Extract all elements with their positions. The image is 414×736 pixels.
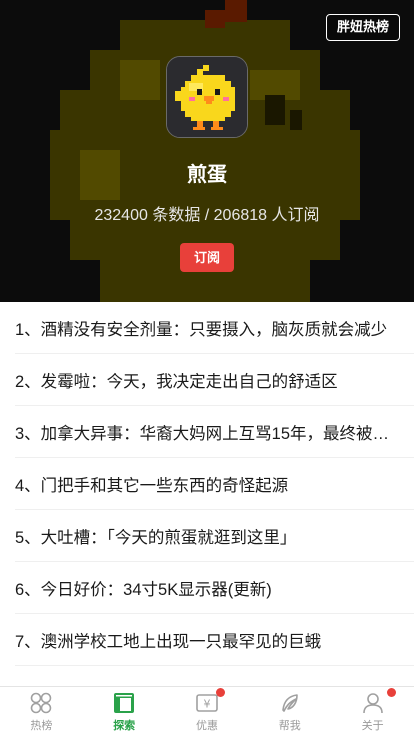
list-item[interactable]: 7、澳洲学校工地上出现一只最罕见的巨蛾 xyxy=(15,614,414,666)
tab-deals[interactable]: ¥ 优惠 xyxy=(166,687,249,736)
list-item[interactable]: 2、发霉啦：今天，我决定走出自己的舒适区 xyxy=(15,354,414,406)
tab-label: 探索 xyxy=(113,720,136,732)
list-item[interactable]: 5、大吐槽：「今天的煎蛋就逛到这里」 xyxy=(15,510,414,562)
feather-icon xyxy=(281,694,298,712)
list-item-title: 5、大吐槽：「今天的煎蛋就逛到这里」 xyxy=(15,528,297,547)
tab-label: 帮我 xyxy=(278,720,301,732)
tab-label: 优惠 xyxy=(195,720,218,732)
channel-avatar xyxy=(166,56,248,138)
list-item-title: 3、加拿大异事：华裔大妈网上互骂15年，最终被判赔偿 xyxy=(15,424,400,443)
grid-circles-icon xyxy=(31,692,52,714)
hot-list-tag-button[interactable]: 胖妞热榜 xyxy=(325,14,400,41)
channel-stats: 232400 条数据 / 206818 人订阅 xyxy=(94,207,320,224)
list-item-title: 4、门把手和其它一些东西的奇怪起源 xyxy=(15,476,289,495)
list-item[interactable]: 1、酒精没有安全剂量：只要摄入，脑灰质就会减少 xyxy=(15,302,414,354)
tab-about[interactable]: 关于 xyxy=(331,687,414,736)
list-item[interactable]: 6、今日好价：34寸5K显示器(更新) xyxy=(15,562,414,614)
tab-label: 关于 xyxy=(361,720,384,732)
bottom-tab-bar: 热榜 探索 ¥ 优惠 帮我 关于 xyxy=(0,686,414,736)
tab-explore[interactable]: 探索 xyxy=(83,687,166,736)
chick-logo-icon xyxy=(167,57,247,137)
list-item[interactable]: 4、门把手和其它一些东西的奇怪起源 xyxy=(15,458,414,510)
about-badge-dot xyxy=(387,688,397,697)
svg-text:¥: ¥ xyxy=(203,698,210,711)
list-item-title: 2、发霉啦：今天，我决定走出自己的舒适区 xyxy=(15,372,338,391)
channel-header: 胖妞热榜 煎蛋 232400 条数据 / 206818 人订阅 订阅 xyxy=(0,0,414,302)
user-icon xyxy=(362,693,383,714)
deals-badge-dot xyxy=(215,688,225,697)
page: 胖妞热榜 煎蛋 232400 条数据 / 206818 人订阅 订阅 1、酒精没… xyxy=(0,0,414,736)
list-item-title: 6、今日好价：34寸5K显示器(更新) xyxy=(15,580,272,599)
list-item-title: 1、酒精没有安全剂量：只要摄入，脑灰质就会减少 xyxy=(15,320,388,339)
list-item[interactable]: 3、加拿大异事：华裔大妈网上互骂15年，最终被判赔偿 xyxy=(15,406,414,458)
list-item-title: 7、澳洲学校工地上出现一只最罕见的巨蛾 xyxy=(15,632,322,651)
article-list: 1、酒精没有安全剂量：只要摄入，脑灰质就会减少 2、发霉啦：今天，我决定走出自己… xyxy=(0,302,414,686)
channel-title: 煎蛋 xyxy=(187,164,227,186)
tab-label: 热榜 xyxy=(30,720,53,732)
tab-hot[interactable]: 热榜 xyxy=(0,687,83,736)
tab-help[interactable]: 帮我 xyxy=(248,687,331,736)
explore-layout-icon xyxy=(114,693,135,713)
subscribe-button[interactable]: 订阅 xyxy=(180,243,234,272)
